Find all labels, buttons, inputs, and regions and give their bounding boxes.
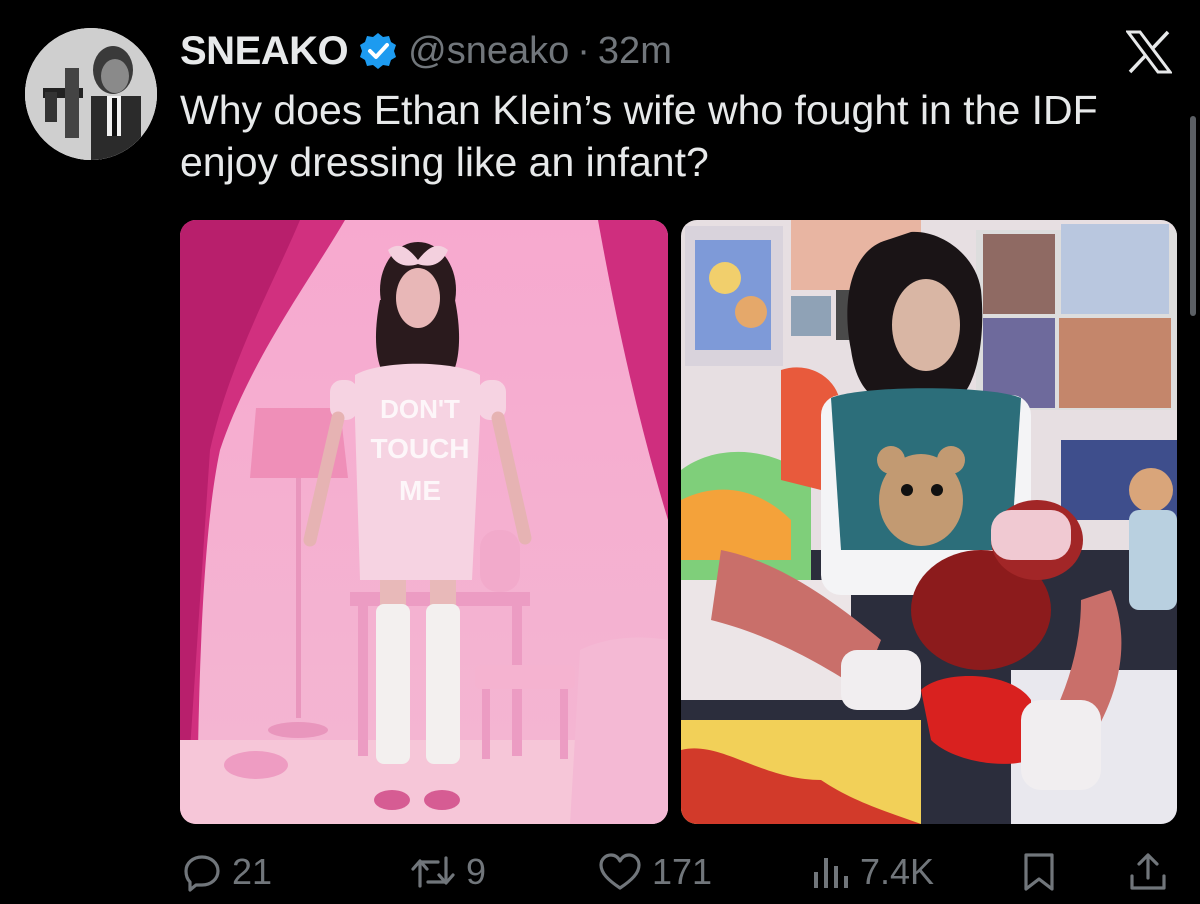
- author-name[interactable]: SNEAKO: [180, 29, 349, 74]
- shirt-text-line-2: TOUCH: [370, 433, 469, 464]
- views-button[interactable]: 7.4K: [812, 846, 934, 898]
- tweet-header: SNEAKO @sneako · 32m: [180, 26, 672, 76]
- avatar-photo: [25, 28, 157, 160]
- shirt-text-line-3: ME: [399, 475, 441, 506]
- separator-dot: ·: [577, 29, 590, 72]
- media-image-left[interactable]: DON'T TOUCH ME: [180, 220, 668, 824]
- views-count: 7.4K: [860, 851, 935, 892]
- views-icon: [814, 858, 848, 888]
- x-logo-icon[interactable]: [1125, 30, 1173, 74]
- author-handle[interactable]: @sneako: [408, 30, 569, 73]
- share-icon: [1130, 853, 1166, 890]
- reply-count: 21: [232, 851, 273, 892]
- verified-badge-icon: [358, 31, 398, 71]
- share-button[interactable]: [1128, 846, 1168, 898]
- media-image-right[interactable]: [681, 220, 1177, 824]
- tweet-text: Why does Ethan Klein’s wife who fought i…: [180, 87, 1098, 185]
- timestamp[interactable]: 32m: [598, 30, 672, 73]
- bookmark-icon: [1024, 853, 1054, 891]
- like-icon: [599, 853, 641, 890]
- reply-button[interactable]: 21: [182, 846, 272, 898]
- like-button[interactable]: 171: [598, 846, 712, 898]
- like-count: 171: [652, 851, 713, 892]
- shirt-text-line-1: DON'T: [380, 394, 460, 424]
- bookmark-button[interactable]: [1022, 846, 1056, 898]
- repost-button[interactable]: 9: [410, 846, 486, 898]
- repost-icon: [411, 856, 455, 888]
- repost-count: 9: [466, 851, 487, 892]
- avatar[interactable]: [25, 28, 157, 160]
- action-bar: 21 9 171 7.4K: [0, 846, 1200, 898]
- scrollbar[interactable]: [1190, 116, 1196, 316]
- reply-icon: [184, 855, 220, 892]
